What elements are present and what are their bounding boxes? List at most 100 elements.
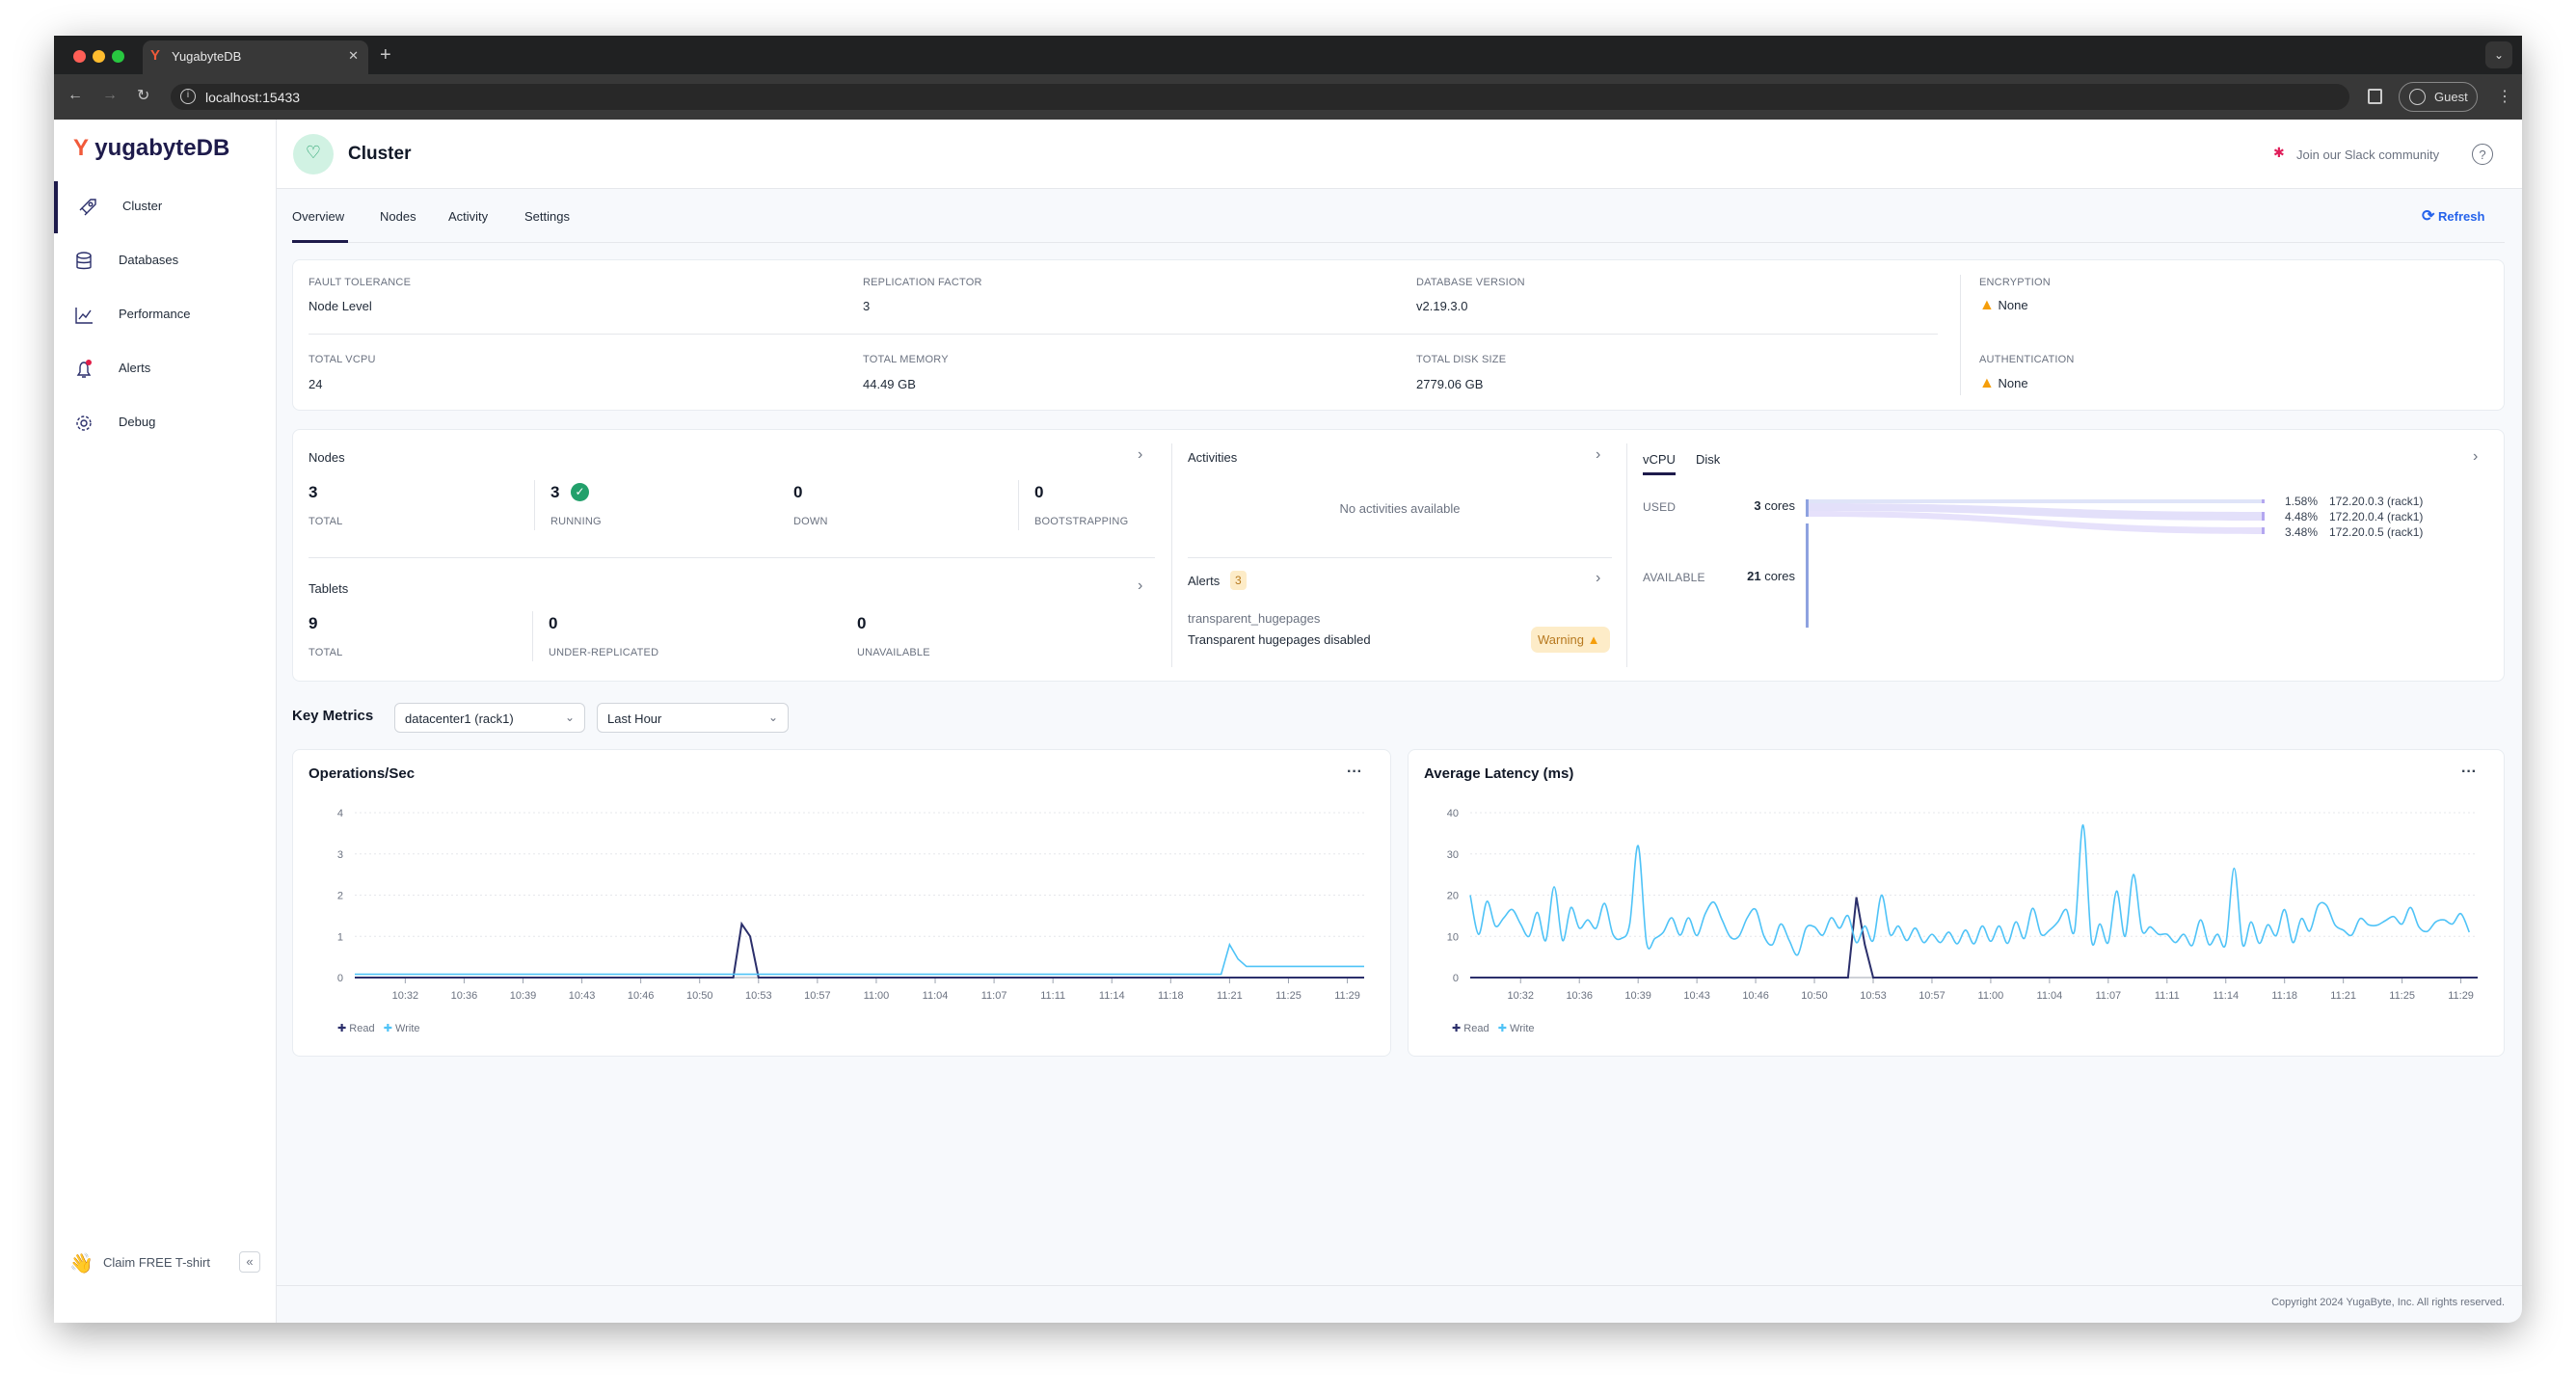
flow-node-1 <box>1809 499 2264 503</box>
activities-chevron-right-icon[interactable]: › <box>1596 446 1600 464</box>
y-tick-label: 4 <box>337 808 343 819</box>
node-usage-item: 3.48% 172.20.0.5 (rack1) <box>2285 524 2423 540</box>
nodes-total-label: TOTAL <box>309 516 343 527</box>
sidebar-item-debug[interactable]: Debug <box>54 397 276 449</box>
vcpu-sankey <box>1806 499 2265 628</box>
legend-write[interactable]: Write <box>395 1023 419 1034</box>
activities-section-title[interactable]: Activities <box>1188 450 1237 465</box>
refresh-button[interactable]: ⟳ Refresh <box>2422 206 2484 226</box>
divider <box>1626 443 1627 667</box>
yugabyte-favicon-icon: Y <box>150 47 161 64</box>
minimize-window-button[interactable] <box>93 50 105 63</box>
more-menu-icon[interactable]: ⋮ <box>2497 87 2512 106</box>
chart-legend: ✚ Read ✚ Write <box>1452 1022 1535 1034</box>
cluster-info-card <box>292 259 2505 411</box>
write-legend-icon: ✚ <box>383 1023 392 1034</box>
nodes-bootstrapping-value: 0 <box>1034 483 1044 501</box>
x-tick-label: 11:07 <box>981 990 1007 1002</box>
node-usage-list: 1.58% 172.20.0.3 (rack1) 4.48% 172.20.0.4 … <box>2285 494 2423 540</box>
side-panel-icon[interactable] <box>2368 89 2382 104</box>
x-tick-label: 10:43 <box>1683 990 1710 1002</box>
divider <box>309 334 1938 335</box>
tablets-section-title[interactable]: Tablets <box>309 581 348 596</box>
bell-icon <box>73 359 94 380</box>
reload-icon[interactable]: ↻ <box>137 86 149 105</box>
page-title: Cluster <box>348 144 412 164</box>
nodes-down-value: 0 <box>793 483 803 501</box>
chart-line-icon <box>73 305 94 326</box>
collapse-sidebar-button[interactable]: « <box>239 1251 260 1273</box>
x-tick-label: 11:21 <box>1217 990 1243 1002</box>
x-tick-label: 10:36 <box>451 990 478 1002</box>
sidebar-item-cluster[interactable]: Cluster <box>54 181 276 233</box>
tab-settings[interactable]: Settings <box>524 209 570 224</box>
x-tick-label: 11:04 <box>923 990 949 1002</box>
sidebar-item-alerts[interactable]: Alerts <box>54 343 276 395</box>
time-range-select[interactable]: Last Hour ⌄ <box>597 703 789 733</box>
node-pct: 4.48% <box>2285 510 2319 523</box>
forward-icon[interactable]: → <box>102 87 118 104</box>
x-tick-label: 11:00 <box>864 990 890 1002</box>
y-tick-label: 20 <box>1447 891 1459 902</box>
tab-search-chevron-icon[interactable]: ⌄ <box>2485 41 2512 68</box>
alerts-count-badge: 3 <box>1230 571 1247 590</box>
legend-read[interactable]: Read <box>1463 1023 1489 1034</box>
x-tick-label: 11:29 <box>2448 990 2474 1002</box>
warning-icon: ▲ <box>1979 375 1995 391</box>
tab-vcpu[interactable]: vCPU <box>1643 452 1676 467</box>
logo[interactable]: Y yugabyteDB <box>73 135 229 162</box>
x-tick-label: 11:29 <box>1334 990 1360 1002</box>
warning-icon: ▲ <box>1587 632 1600 647</box>
tablets-under-replicated-value: 0 <box>549 614 558 632</box>
tab-disk[interactable]: Disk <box>1696 452 1720 467</box>
used-label: USED <box>1643 500 1677 514</box>
x-tick-label: 11:14 <box>1099 990 1125 1002</box>
x-tick-label: 11:11 <box>1040 990 1065 1002</box>
help-icon[interactable]: ? <box>2472 144 2493 165</box>
alerts-section-title[interactable]: Alerts <box>1188 574 1220 588</box>
used-cores-value: 3 <box>1754 498 1761 513</box>
tablets-chevron-right-icon[interactable]: › <box>1138 577 1142 595</box>
address-bar[interactable]: i localhost:15433 <box>171 84 2349 110</box>
divider <box>309 557 1155 558</box>
copyright-text: Copyright 2024 YugaByte, Inc. All rights… <box>2271 1297 2505 1308</box>
claim-tshirt-link[interactable]: Claim FREE T-shirt <box>103 1255 210 1270</box>
site-info-icon[interactable]: i <box>180 89 196 104</box>
x-tick-label: 10:46 <box>628 990 655 1002</box>
range-value: Last Hour <box>607 711 662 726</box>
legend-write[interactable]: Write <box>1510 1023 1534 1034</box>
authentication-label: AUTHENTICATION <box>1979 354 2075 365</box>
encryption-label: ENCRYPTION <box>1979 277 2051 288</box>
alert-name[interactable]: transparent_hugepages <box>1188 611 1320 626</box>
chevron-down-icon: ⌄ <box>767 711 778 724</box>
sidebar-item-databases[interactable]: Databases <box>54 235 276 287</box>
sidebar-item-performance[interactable]: Performance <box>54 289 276 341</box>
node-name: 172.20.0.5 (rack1) <box>2329 525 2424 539</box>
legend-read[interactable]: Read <box>349 1023 374 1034</box>
nodes-down-label: DOWN <box>793 516 828 527</box>
rocket-icon <box>77 197 98 218</box>
maximize-window-button[interactable] <box>112 50 124 63</box>
y-tick-label: 10 <box>1447 931 1459 943</box>
tab-overview[interactable]: Overview <box>292 209 344 224</box>
tab-nodes[interactable]: Nodes <box>380 209 416 224</box>
tab-activity[interactable]: Activity <box>448 209 488 224</box>
new-tab-button[interactable]: + <box>380 44 391 67</box>
nodes-section-title[interactable]: Nodes <box>309 450 345 465</box>
back-icon[interactable]: ← <box>67 87 83 104</box>
active-tab-indicator <box>1643 472 1676 475</box>
usage-chevron-right-icon[interactable]: › <box>2473 448 2478 466</box>
encryption-value: ▲ None <box>1979 297 2028 314</box>
slack-community-link[interactable]: Join our Slack community <box>2296 148 2439 162</box>
alerts-chevron-right-icon[interactable]: › <box>1596 570 1600 587</box>
x-tick-label: 10:50 <box>1801 990 1828 1002</box>
node-3-bar <box>2262 527 2265 534</box>
x-tick-label: 11:11 <box>2155 990 2180 1002</box>
nodes-chevron-right-icon[interactable]: › <box>1138 446 1142 464</box>
node-2-bar <box>2262 512 2265 521</box>
close-window-button[interactable] <box>73 50 86 63</box>
profile-button[interactable]: Guest <box>2399 82 2478 112</box>
region-select[interactable]: datacenter1 (rack1) ⌄ <box>394 703 585 733</box>
browser-tab[interactable]: Y YugabyteDB ✕ <box>143 40 368 74</box>
close-tab-icon[interactable]: ✕ <box>348 48 359 64</box>
